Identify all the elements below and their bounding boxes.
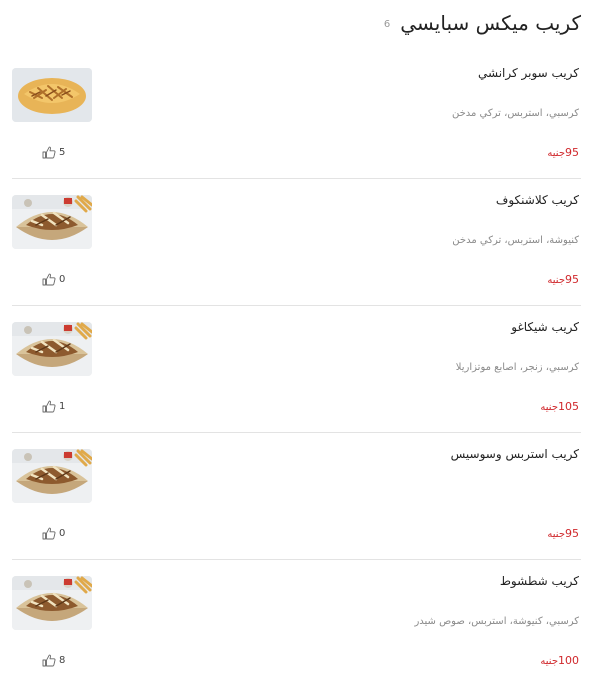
price-currency: جنيه [540, 656, 558, 667]
menu-item-price: 100جنيه [540, 654, 579, 667]
price-currency: جنيه [540, 402, 558, 413]
category-item-count: 6 [383, 18, 391, 30]
menu-item-name[interactable]: كريب استربس وسوسيس [451, 447, 579, 461]
thumbs-up-icon [42, 654, 56, 667]
like-count: 5 [59, 147, 66, 158]
price-currency: جنيه [547, 275, 565, 286]
menu-item-image[interactable] [12, 68, 92, 122]
price-currency: جنيه [547, 148, 565, 159]
menu-item-description: كرسبي، كنيوشة، استربس، صوص شيدر [414, 616, 579, 627]
price-amount: 105 [558, 400, 579, 413]
menu-item-price: 95جنيه [547, 527, 579, 540]
price-amount: 100 [558, 654, 579, 667]
menu-item[interactable]: كريب شطشوط كرسبي، كنيوشة، استربس، صوص شي… [12, 560, 581, 680]
menu-item-description: كرسبي، زنجر، اصابع موتزاريلا [455, 362, 579, 373]
thumbs-up-icon [42, 400, 56, 413]
menu-item-image[interactable] [12, 576, 92, 630]
thumbs-up-icon [42, 527, 56, 540]
menu-item-description: كرسبي، استربس، تركي مدخن [451, 108, 579, 119]
menu-item[interactable]: كريب شيكاغو كرسبي، زنجر، اصابع موتزاريلا… [12, 306, 581, 433]
menu-item-price: 95جنيه [547, 146, 579, 159]
price-amount: 95 [565, 146, 579, 159]
like-count: 8 [59, 655, 66, 666]
price-currency: جنيه [547, 529, 565, 540]
menu-item-list: كريب سوبر كرانشي كرسبي، استربس، تركي مدخ… [12, 52, 581, 680]
menu-item-image[interactable] [12, 449, 92, 503]
menu-item-name[interactable]: كريب كلاشنكوف [496, 193, 579, 207]
price-amount: 95 [565, 527, 579, 540]
menu-item-name[interactable]: كريب شطشوط [500, 574, 579, 588]
menu-item-description: كنيوشة، استربس، تركي مدخن [452, 235, 579, 246]
menu-item[interactable]: كريب كلاشنكوف كنيوشة، استربس، تركي مدخن … [12, 179, 581, 306]
menu-item-image[interactable] [12, 322, 92, 376]
menu-item[interactable]: كريب سوبر كرانشي كرسبي، استربس، تركي مدخ… [12, 52, 581, 179]
like-button[interactable]: 1 [42, 400, 65, 413]
like-button[interactable]: 0 [42, 527, 65, 540]
like-button[interactable]: 5 [42, 146, 65, 159]
menu-item-name[interactable]: كريب سوبر كرانشي [478, 66, 579, 80]
menu-item[interactable]: كريب استربس وسوسيس 95جنيه 0 [12, 433, 581, 560]
category-title: كريب ميكس سبايسي [400, 11, 581, 35]
like-button[interactable]: 0 [42, 273, 65, 286]
category-header: كريب ميكس سبايسي 6 [384, 8, 581, 38]
price-amount: 95 [565, 273, 579, 286]
like-count: 0 [59, 274, 66, 285]
menu-item-price: 105جنيه [540, 400, 579, 413]
menu-item-price: 95جنيه [547, 273, 579, 286]
like-button[interactable]: 8 [42, 654, 65, 667]
menu-item-image[interactable] [12, 195, 92, 249]
like-count: 1 [59, 401, 66, 412]
like-count: 0 [59, 528, 66, 539]
thumbs-up-icon [42, 146, 56, 159]
thumbs-up-icon [42, 273, 56, 286]
menu-item-name[interactable]: كريب شيكاغو [511, 320, 579, 334]
